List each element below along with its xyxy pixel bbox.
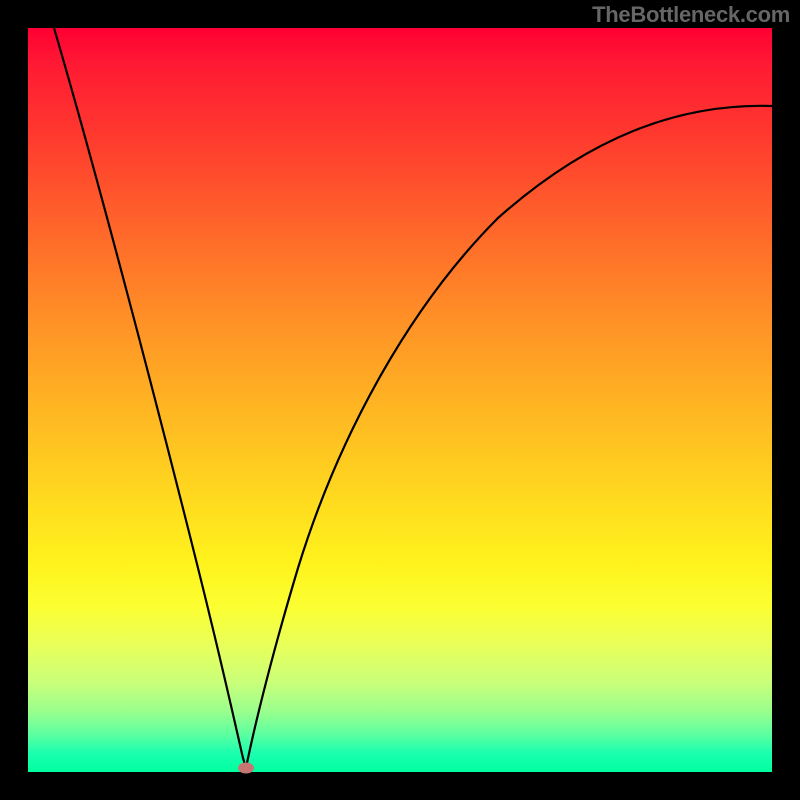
bottleneck-curve — [28, 28, 772, 772]
curve-right-branch — [246, 106, 772, 768]
optimum-marker — [238, 762, 254, 773]
curve-left-branch — [54, 28, 246, 768]
watermark-text: TheBottleneck.com — [592, 2, 790, 28]
plot-area — [28, 28, 772, 772]
chart-frame: TheBottleneck.com — [0, 0, 800, 800]
